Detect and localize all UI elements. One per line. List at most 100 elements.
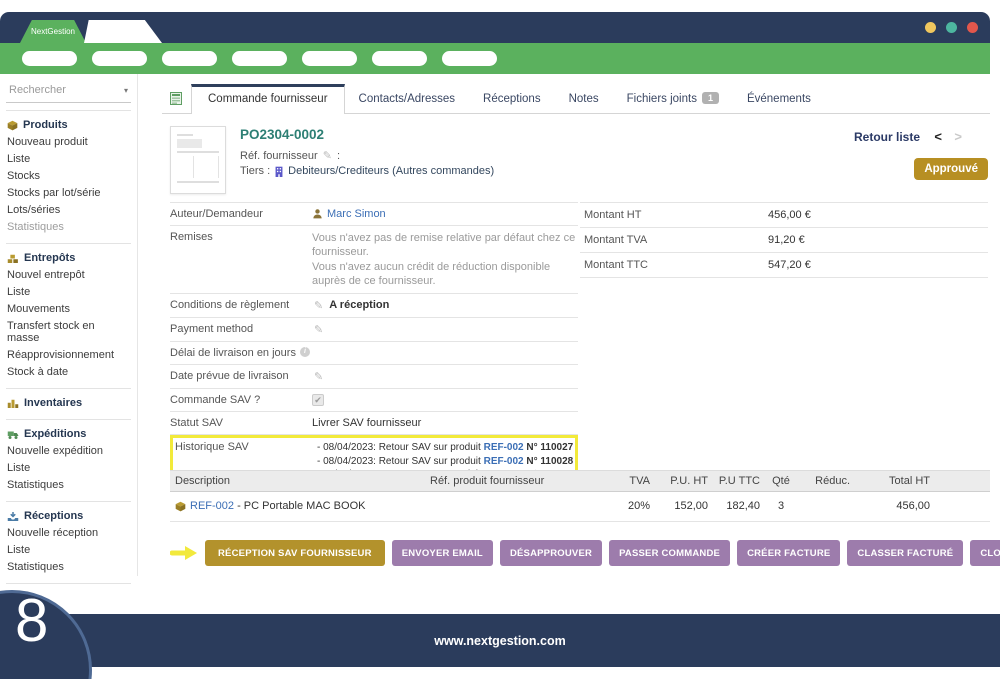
sidebar-item-nouvelle-expedition[interactable]: Nouvelle expédition <box>6 443 131 460</box>
sidebar-item-liste-expeditions[interactable]: Liste <box>6 460 131 477</box>
order-document-icon <box>170 92 182 105</box>
supplier-ref-line: Réf. fournisseur ✎ : <box>240 149 340 162</box>
next-record-arrow[interactable]: > <box>954 129 962 144</box>
field-row-commande-sav: Commande SAV ? ✔ <box>170 389 578 412</box>
warehouse-icon <box>7 253 19 264</box>
order-reference-title: PO2304-0002 <box>240 127 324 142</box>
window-dot-yellow-icon[interactable] <box>925 22 936 33</box>
sidebar-section-entrepots[interactable]: Entrepôts <box>6 250 131 267</box>
creer-facture-button[interactable]: CRÉER FACTURE <box>737 540 840 566</box>
field-row-remises: Remises Vous n'avez pas de remise relati… <box>170 226 578 294</box>
nav-pill[interactable] <box>302 51 357 66</box>
pencil-edit-icon[interactable]: ✎ <box>323 150 332 162</box>
sidebar-item-transfert-stock[interactable]: Transfert stock en masse <box>6 318 131 347</box>
back-to-list-link[interactable]: Retour liste <box>854 130 920 144</box>
sidebar-item-reapprovisionnement[interactable]: Réapprovisionnement <box>6 347 131 364</box>
field-row-delivery-delay: Délai de livraison en joursi <box>170 342 578 365</box>
nav-pill[interactable] <box>22 51 77 66</box>
order-banner: PO2304-0002 Réf. fournisseur ✎ : Tiers :… <box>168 115 990 203</box>
info-icon: i <box>300 347 310 357</box>
previous-record-arrow[interactable]: < <box>934 129 942 144</box>
sidebar-item-nouveau-produit[interactable]: Nouveau produit <box>6 134 131 151</box>
sidebar-section-produits[interactable]: Produits <box>6 117 131 134</box>
order-fields-table: Auteur/Demandeur Marc Simon Remises Vous… <box>170 202 578 488</box>
classer-facture-button[interactable]: CLASSER FACTURÉ <box>847 540 963 566</box>
footer-url: www.nextgestion.com <box>434 634 566 648</box>
pencil-edit-icon[interactable]: ✎ <box>314 299 323 312</box>
sidebar-item-lots-series[interactable]: Lots/séries <box>6 202 131 219</box>
sidebar-item-mouvements[interactable]: Mouvements <box>6 301 131 318</box>
reception-sav-fournisseur-button[interactable]: RÉCEPTION SAV FOURNISSEUR <box>205 540 385 566</box>
sidebar-item-stocks[interactable]: Stocks <box>6 168 131 185</box>
passer-commande-button[interactable]: PASSER COMMANDE <box>609 540 730 566</box>
nav-pill[interactable] <box>442 51 497 66</box>
top-menu-bar <box>0 43 990 74</box>
product-ref-link[interactable]: REF-002 <box>484 456 524 467</box>
window-controls <box>925 22 978 33</box>
author-link[interactable]: Marc Simon <box>327 208 386 220</box>
inventory-icon <box>7 398 19 409</box>
sidebar-section-label: Expéditions <box>24 428 86 440</box>
title-bar: NextGestion <box>0 12 990 43</box>
sidebar-section-receptions[interactable]: Réceptions <box>6 508 131 525</box>
tab-evenements[interactable]: Événements <box>733 85 825 113</box>
third-party-link[interactable]: Debiteurs/Crediteurs (Autres commandes) <box>288 165 494 177</box>
nav-pill[interactable] <box>232 51 287 66</box>
cloner-button[interactable]: CLONER <box>970 540 1000 566</box>
sidebar-item-liste-produits[interactable]: Liste <box>6 151 131 168</box>
sidebar-section-expeditions[interactable]: Expéditions <box>6 426 131 443</box>
sav-history-entry: - 08/04/2023: Retour SAV sur produit REF… <box>317 441 573 455</box>
action-buttons-bar: RÉCEPTION SAV FOURNISSEUR ENVOYER EMAIL … <box>170 540 1000 566</box>
sidebar-item-statistiques-produits[interactable]: Statistiques <box>6 219 131 236</box>
product-ref-link[interactable]: REF-002 <box>484 442 524 453</box>
sidebar-section-label: Réceptions <box>24 510 83 522</box>
sidebar-section-label: Inventaires <box>24 397 82 409</box>
sav-checkbox[interactable]: ✔ <box>312 394 324 406</box>
sidebar-item-liste-receptions[interactable]: Liste <box>6 542 131 559</box>
highlight-arrow-icon <box>170 545 198 561</box>
nav-pill[interactable] <box>372 51 427 66</box>
sidebar-section-inventaires[interactable]: Inventaires <box>6 395 131 412</box>
field-row-author: Auteur/Demandeur Marc Simon <box>170 203 578 226</box>
desapprouver-button[interactable]: DÉSAPPROUVER <box>500 540 602 566</box>
lines-header-row: Description Réf. produit fournisseur TVA… <box>170 470 990 492</box>
table-row: REF-002 - PC Portable MAC BOOK 20% 152,0… <box>170 492 990 522</box>
nav-pill[interactable] <box>92 51 147 66</box>
attachments-count-badge: 1 <box>702 92 719 104</box>
sidebar-item-liste-entrepots[interactable]: Liste <box>6 284 131 301</box>
pencil-edit-icon[interactable]: ✎ <box>314 370 323 383</box>
redacted-breadcrumb <box>84 20 162 43</box>
amounts-table: Montant HT 456,00 € Montant TVA 91,20 € … <box>580 202 988 278</box>
sidebar-item-stock-a-date[interactable]: Stock à date <box>6 364 131 381</box>
user-icon <box>312 208 323 219</box>
nav-pill[interactable] <box>162 51 217 66</box>
divider <box>6 110 131 111</box>
tab-contacts-adresses[interactable]: Contacts/Adresses <box>345 85 470 113</box>
sidebar-item-nouvel-entrepot[interactable]: Nouvel entrepôt <box>6 267 131 284</box>
divider <box>6 388 131 389</box>
window-dot-red-icon[interactable] <box>967 22 978 33</box>
tab-receptions[interactable]: Réceptions <box>469 85 555 113</box>
sidebar-section-label: Entrepôts <box>24 252 75 264</box>
divider <box>6 419 131 420</box>
document-thumbnail[interactable] <box>170 126 226 194</box>
search-select[interactable]: Rechercher ▾ <box>6 82 131 103</box>
search-placeholder: Rechercher <box>9 84 66 96</box>
product-ref-link[interactable]: REF-002 <box>190 500 234 512</box>
envoyer-email-button[interactable]: ENVOYER EMAIL <box>392 540 493 566</box>
tab-fichiers-joints[interactable]: Fichiers joints1 <box>613 84 733 113</box>
window-dot-green-icon[interactable] <box>946 22 957 33</box>
remises-note-2: Vous n'avez aucun crédit de réduction di… <box>312 260 578 289</box>
product-box-icon <box>7 120 18 131</box>
pencil-edit-icon[interactable]: ✎ <box>314 323 323 336</box>
field-row-payment-terms: Conditions de règlement ✎A réception <box>170 294 578 318</box>
sidebar-item-statistiques-receptions[interactable]: Statistiques <box>6 559 131 576</box>
sidebar-item-nouvelle-reception[interactable]: Nouvelle réception <box>6 525 131 542</box>
sidebar-item-statistiques-expeditions[interactable]: Statistiques <box>6 477 131 494</box>
sidebar-item-stocks-lot-serie[interactable]: Stocks par lot/série <box>6 185 131 202</box>
status-badge: Approuvé <box>914 158 988 180</box>
tab-notes[interactable]: Notes <box>555 85 613 113</box>
tab-commande-fournisseur[interactable]: Commande fournisseur <box>191 84 345 114</box>
amount-row-ht: Montant HT 456,00 € <box>580 203 988 228</box>
product-box-icon <box>175 501 186 512</box>
